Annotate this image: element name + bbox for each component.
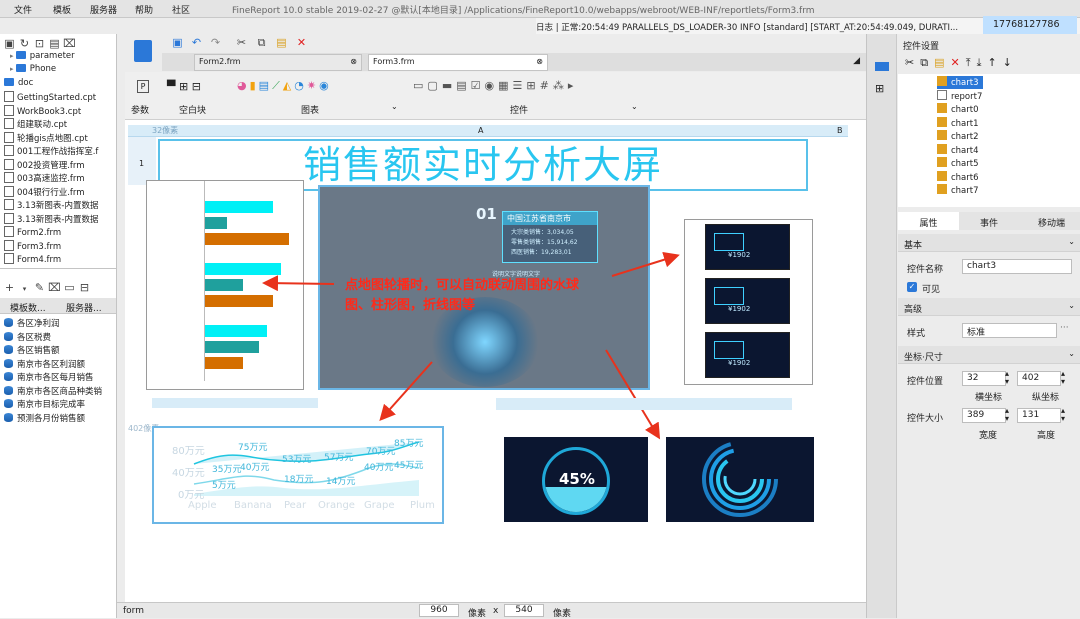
panel-title: 控件设置 — [903, 42, 940, 52]
line-chart-widget[interactable]: 80万元 40万元 0万元 75万元 35万元 40万元 53万元 57万元 7… — [152, 426, 444, 524]
settings-tab-icon[interactable] — [875, 62, 889, 71]
component-item[interactable]: chart7 — [937, 184, 979, 197]
ring-gauge — [702, 441, 778, 517]
stepper-icon[interactable]: ▴ ▾ — [1005, 407, 1009, 423]
name-label: 控件名称 — [907, 265, 944, 275]
tab-events[interactable]: 事件 — [980, 216, 998, 229]
move-up-icon[interactable]: ↑ — [987, 56, 1002, 69]
gauge-value: 45% — [559, 470, 595, 488]
visible-checkbox[interactable]: ✓ — [907, 282, 917, 292]
mini-chart: ¥1902 — [705, 278, 790, 324]
section-coords[interactable]: 坐标·尺寸 ⌄ — [898, 346, 1080, 364]
mini-chart: ¥1902 — [705, 224, 790, 270]
status-type: form — [123, 606, 144, 616]
liquid-gauge: 45% — [542, 447, 610, 515]
paste-icon[interactable]: ▤ — [934, 56, 950, 69]
pos-x-field[interactable]: 32 — [962, 371, 1006, 386]
position-label: 控件位置 — [907, 377, 944, 387]
liquid-fill — [545, 487, 607, 512]
width-field[interactable]: 389 — [962, 408, 1006, 423]
tab-mobile[interactable]: 移动端 — [1038, 216, 1065, 229]
mini-charts-widget[interactable]: ¥1902 ¥1902 ¥1902 — [684, 219, 813, 385]
component-item[interactable]: chart1 — [937, 117, 979, 130]
pos-y-field[interactable]: 402 — [1017, 371, 1061, 386]
move-down-icon[interactable]: ↓ — [1003, 56, 1018, 69]
arrow-left — [262, 275, 335, 292]
stepper-icon[interactable]: ▴ ▾ — [1061, 370, 1065, 386]
copy-icon[interactable]: ⧉ — [920, 56, 934, 69]
tab-properties[interactable]: 属性 — [898, 212, 959, 230]
liquid-gauge-widget[interactable]: 45% — [504, 437, 648, 522]
component-item[interactable]: chart4 — [937, 144, 979, 157]
status-bar: form 960 像素 x 540 像素 — [117, 602, 880, 619]
component-item[interactable]: report7 — [937, 90, 982, 103]
width-caption: 宽度 — [979, 431, 998, 441]
stepper-icon[interactable]: ▴ ▾ — [1005, 370, 1009, 386]
widget-toolbar: ✂⧉▤✕⤒⤓↑↓ — [905, 56, 1018, 70]
height-caption: 高度 — [1037, 431, 1056, 441]
move-bottom-icon[interactable]: ⤓ — [977, 56, 988, 69]
stepper-icon[interactable]: ▴ ▾ — [1061, 407, 1065, 423]
component-item[interactable]: chart5 — [937, 157, 979, 170]
move-top-icon[interactable]: ⤒ — [966, 56, 977, 69]
section-advanced[interactable]: 高级 ⌄ — [898, 298, 1080, 316]
widget-header — [496, 398, 792, 410]
more-options-icon[interactable]: ··· — [1060, 323, 1069, 333]
height-input[interactable]: 540 — [504, 604, 544, 617]
chevron-down-icon: ⌄ — [1068, 301, 1075, 310]
width-input[interactable]: 960 — [419, 604, 459, 617]
style-field[interactable]: 标准 — [962, 323, 1057, 338]
chevron-down-icon: ⌄ — [1068, 349, 1075, 358]
component-item[interactable]: chart0 — [937, 103, 979, 116]
x-caption: 横坐标 — [975, 393, 1003, 403]
delete-icon[interactable]: ✕ — [950, 56, 965, 69]
component-item[interactable]: chart3 — [937, 76, 983, 89]
arrow-right — [611, 251, 680, 277]
component-item[interactable]: chart2 — [937, 130, 979, 143]
cut-icon[interactable]: ✂ — [905, 56, 920, 69]
layout-tab-icon[interactable]: ⊞ — [875, 82, 884, 95]
style-label: 样式 — [907, 329, 926, 339]
name-field[interactable]: chart3 — [962, 259, 1072, 274]
component-tree — [898, 74, 1080, 207]
widget-header — [152, 398, 318, 408]
section-basic[interactable]: 基本 ⌄ — [898, 234, 1080, 252]
height-field[interactable]: 131 — [1017, 408, 1061, 423]
right-panel: ⊞ 控件设置 ✂⧉▤✕⤒⤓↑↓ chart3 report7 chart0 ch… — [866, 34, 1080, 618]
ring-gauge-widget[interactable] — [666, 437, 814, 522]
right-icon-strip: ⊞ — [867, 34, 897, 618]
component-item[interactable]: chart6 — [937, 171, 979, 184]
chevron-down-icon: ⌄ — [1068, 237, 1075, 246]
arrow-down-left — [379, 361, 433, 421]
arrow-down-right — [605, 349, 661, 440]
mini-chart: ¥1902 — [705, 332, 790, 378]
size-label: 控件大小 — [907, 414, 944, 424]
property-tabs: 属性 事件 移动端 — [898, 212, 1080, 230]
y-caption: 纵坐标 — [1032, 393, 1060, 403]
visible-label: 可见 — [922, 285, 941, 295]
